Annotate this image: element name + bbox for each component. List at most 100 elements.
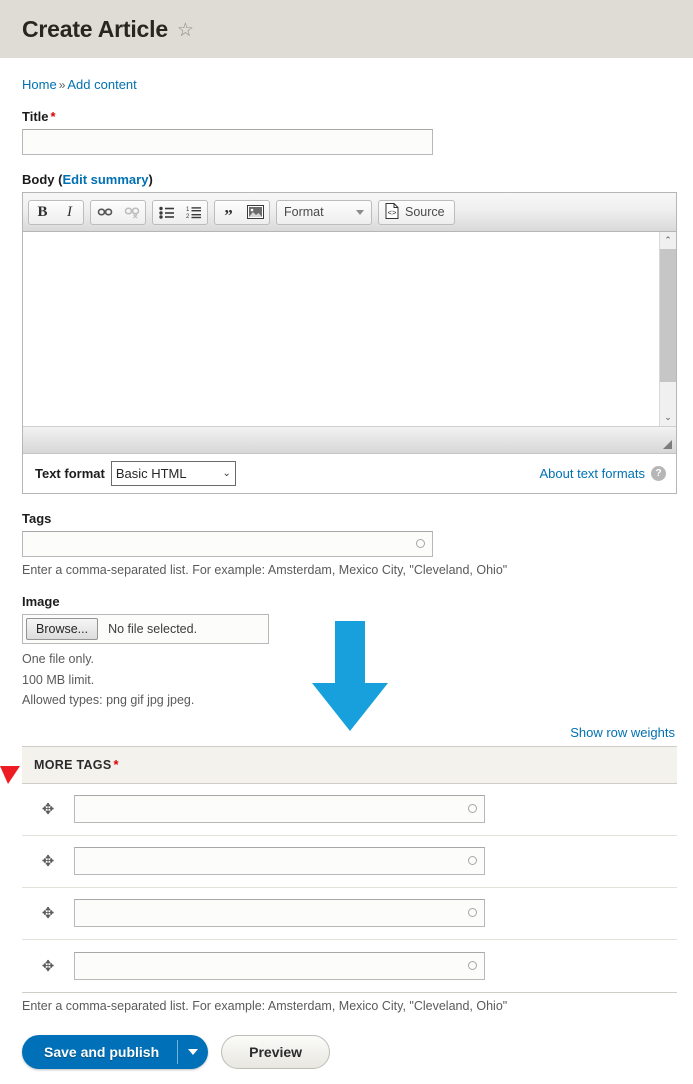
blockquote-button[interactable]: ” (215, 201, 242, 224)
show-row-weights-link[interactable]: Show row weights (570, 725, 675, 740)
help-icon[interactable]: ? (651, 466, 666, 481)
show-row-weights-row: Show row weights (22, 725, 675, 740)
image-desc-line-1: One file only. (22, 652, 95, 666)
title-label: Title * (22, 109, 675, 124)
more-tags-input-1[interactable] (74, 795, 485, 824)
image-desc-line-3: Allowed types: png gif jpg jpeg. (22, 693, 195, 708)
svg-text:1: 1 (186, 207, 190, 213)
svg-text:<>: <> (388, 210, 398, 218)
chevron-down-icon (356, 209, 364, 215)
breadcrumb: Home» Add content (22, 77, 675, 92)
italic-button[interactable]: I (56, 201, 83, 224)
title-label-text: Title (22, 109, 49, 124)
text-format-bar: Text format Basic HTML ⌄ About text form… (23, 453, 676, 493)
toolbar-group-lists: 12 (152, 199, 208, 225)
image-field-group: Image Browse... No file selected. One fi… (22, 594, 675, 711)
about-text-formats-link[interactable]: About text formats (540, 466, 646, 481)
more-tags-autocomplete-wrap (74, 847, 485, 876)
chevron-down-icon[interactable] (178, 1035, 208, 1069)
table-row: ✥ (22, 939, 677, 992)
text-format-select[interactable]: Basic HTML ⌄ (110, 461, 236, 486)
text-format-label: Text format (35, 466, 105, 481)
breadcrumb-link-home[interactable]: Home (22, 77, 57, 92)
more-tags-table-header: MORE TAGS * (22, 746, 677, 784)
tags-description: Enter a comma-separated list. For exampl… (22, 563, 508, 577)
source-button-label: Source (405, 205, 445, 219)
text-format-left: Text format Basic HTML ⌄ (35, 461, 236, 486)
selected-file-name: No file selected. (108, 622, 198, 636)
toolbar-group-basic-styles: B I (28, 199, 84, 225)
image-description: One file only. 100 MB limit. Allowed typ… (22, 649, 675, 711)
image-icon[interactable] (242, 201, 269, 224)
edit-summary-link[interactable]: Edit summary (62, 172, 148, 187)
bold-button[interactable]: B (29, 201, 56, 224)
breadcrumb-separator: » (58, 78, 66, 92)
page-header: Create Article ☆ (0, 0, 693, 58)
source-code-icon: <> (385, 202, 399, 222)
more-tags-description: Enter a comma-separated list. For exampl… (22, 998, 508, 1013)
form-actions: Save and publish Preview (22, 1034, 675, 1069)
scrollbar-thumb[interactable] (660, 249, 676, 382)
editor-toolbar: B I 12 ” Format <> Source (23, 193, 676, 232)
more-tags-autocomplete-wrap (74, 795, 485, 824)
edit-summary-paren-close: ) (148, 172, 153, 187)
more-tags-input-4[interactable] (74, 951, 485, 980)
table-row: ✥ (22, 783, 677, 836)
more-tags-input-2[interactable] (74, 847, 485, 876)
scroll-down-arrow-icon[interactable]: ⌄ (660, 409, 676, 426)
browse-button[interactable]: Browse... (26, 618, 99, 640)
image-file-input[interactable]: Browse... No file selected. (22, 614, 269, 644)
autocomplete-throbber-icon (468, 960, 477, 970)
text-format-right: About text formats ? (540, 466, 666, 481)
tags-input[interactable] (22, 531, 433, 557)
body-field-group: Body (Edit summary) B I 1 2 ” Format <> … (22, 172, 677, 494)
page-title: Create Article (22, 15, 168, 42)
resize-grip-icon[interactable] (663, 440, 672, 449)
drag-move-icon[interactable]: ✥ (22, 904, 74, 922)
scrollbar-track[interactable] (660, 249, 676, 409)
more-tags-header-label: MORE TAGS (34, 757, 112, 772)
title-input[interactable] (22, 129, 433, 155)
drag-move-icon[interactable]: ✥ (22, 800, 74, 818)
more-tags-autocomplete-wrap (74, 899, 485, 928)
format-dropdown[interactable]: Format (276, 199, 372, 225)
autocomplete-throbber-icon (416, 539, 425, 548)
unlink-icon[interactable] (118, 201, 145, 224)
body-label-text: Body (22, 172, 55, 187)
title-required-marker: * (50, 109, 56, 124)
editor-vertical-scrollbar[interactable]: ⌃ ⌄ (659, 232, 676, 426)
link-icon[interactable] (91, 201, 118, 224)
image-label: Image (22, 594, 60, 609)
tags-field-group: Tags Enter a comma-separated list. For e… (22, 511, 675, 577)
editor-resize-bar[interactable] (23, 426, 676, 453)
editor-canvas[interactable] (23, 232, 659, 426)
tags-autocomplete-wrap (22, 531, 433, 557)
save-and-publish-button[interactable]: Save and publish (22, 1034, 209, 1069)
more-tags-autocomplete-wrap (74, 951, 485, 980)
more-tags-required-marker: * (113, 757, 119, 773)
page-content: Home» Add content Title * Body (Edit summa… (0, 77, 693, 1069)
more-tags-input-3[interactable] (74, 899, 485, 928)
toolbar-group-links (90, 199, 146, 225)
title-field-group: Title * (22, 109, 675, 155)
star-outline-icon[interactable]: ☆ (177, 21, 194, 40)
numbered-list-icon[interactable]: 12 (180, 201, 207, 224)
drag-move-icon[interactable]: ✥ (22, 957, 74, 975)
preview-button[interactable]: Preview (221, 1034, 331, 1069)
drag-move-icon[interactable]: ✥ (22, 852, 74, 870)
breadcrumb-link-add-content[interactable]: Add content (67, 77, 136, 92)
body-rich-text-editor: B I 12 ” Format <> Source ⌃ ⌄ Text forma… (22, 192, 677, 494)
body-label: Body (Edit summary) (22, 172, 675, 187)
scroll-up-arrow-icon[interactable]: ⌃ (660, 232, 676, 249)
save-and-publish-label: Save and publish (44, 1043, 160, 1060)
format-dropdown-label: Format (284, 205, 324, 219)
svg-text:2: 2 (186, 214, 190, 219)
table-row: ✥ (22, 887, 677, 940)
bulleted-list-icon[interactable] (153, 201, 180, 224)
text-format-selected-value: Basic HTML (115, 466, 187, 481)
editor-editing-area[interactable]: ⌃ ⌄ (23, 232, 676, 426)
image-desc-line-2: 100 MB limit. (22, 672, 95, 687)
tags-label: Tags (22, 511, 52, 526)
toolbar-group-blocks: ” (214, 199, 270, 225)
source-button[interactable]: <> Source (378, 199, 455, 225)
